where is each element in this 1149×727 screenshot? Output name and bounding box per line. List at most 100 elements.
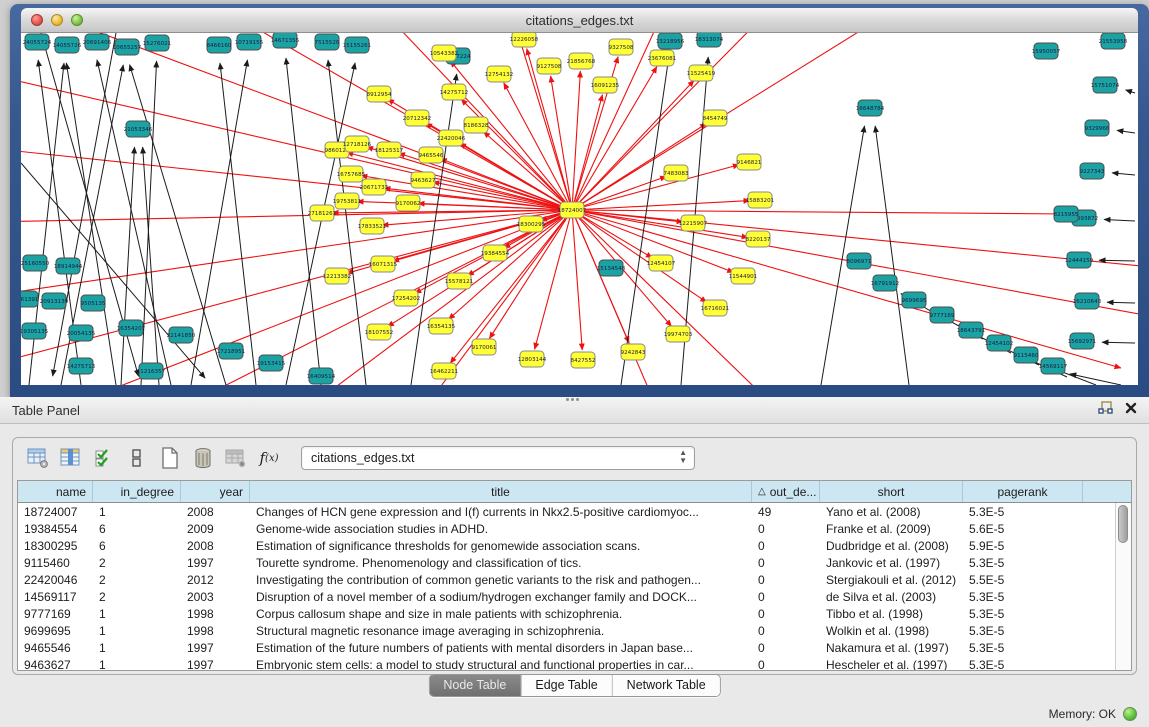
cell-pagerank[interactable]: 5.3E-5 <box>963 639 1083 656</box>
tab-edge-table[interactable]: Edge Table <box>521 675 612 696</box>
graph-node[interactable]: 9115460 <box>1014 347 1039 363</box>
graph-node[interactable]: 15751074 <box>1091 77 1120 93</box>
graph-node[interactable]: 22420046 <box>437 130 466 146</box>
graph-node[interactable]: 17218951 <box>217 343 246 359</box>
graph-node[interactable]: 20913139 <box>40 293 69 309</box>
graph-node[interactable]: 9170061 <box>472 339 497 355</box>
graph-node[interactable]: 16409514 <box>307 368 336 384</box>
cell-name[interactable]: 9463627 <box>18 656 93 671</box>
cell-in_degree[interactable]: 1 <box>93 503 181 520</box>
cell-out_degree[interactable]: 49 <box>752 503 820 520</box>
cell-short[interactable]: Hescheler et al. (1997) <box>820 656 963 671</box>
cell-title[interactable]: Tourette syndrome. Phenomenology and cla… <box>250 554 752 571</box>
cell-in_degree[interactable]: 6 <box>93 537 181 554</box>
cell-out_degree[interactable]: 0 <box>752 639 820 656</box>
cell-year[interactable]: 1997 <box>181 639 250 656</box>
graph-node[interactable]: 8220137 <box>746 231 771 247</box>
cell-year[interactable]: 2008 <box>181 537 250 554</box>
graph-node[interactable]: 21053346 <box>124 121 153 137</box>
cell-short[interactable]: Stergiakouli et al. (2012) <box>820 571 963 588</box>
cell-out_degree[interactable]: 0 <box>752 520 820 537</box>
table-row[interactable]: 946554611997Estimation of the future num… <box>18 639 1131 656</box>
graph-node[interactable]: 10543382 <box>430 45 458 61</box>
cell-title[interactable]: Investigating the contribution of common… <box>250 571 752 588</box>
cell-in_degree[interactable]: 1 <box>93 622 181 639</box>
cell-in_degree[interactable]: 1 <box>93 605 181 622</box>
graph-node[interactable]: 15155261 <box>343 37 372 53</box>
graph-node[interactable]: 8215955 <box>1054 206 1079 222</box>
cell-in_degree[interactable]: 2 <box>93 554 181 571</box>
graph-node[interactable]: 17833521 <box>358 218 387 234</box>
table-row[interactable]: 1830029562008Estimation of significance … <box>18 537 1131 554</box>
cell-name[interactable]: 14569117 <box>18 588 93 605</box>
cell-short[interactable]: de Silva et al. (2003) <box>820 588 963 605</box>
graph-node[interactable]: 15950057 <box>1032 43 1061 59</box>
graph-node[interactable]: 18914944 <box>54 258 83 274</box>
delete-table-icon[interactable] <box>221 444 251 472</box>
cell-title[interactable]: Structural magnetic resonance image aver… <box>250 622 752 639</box>
cell-name[interactable]: 9777169 <box>18 605 93 622</box>
cell-year[interactable]: 2003 <box>181 588 250 605</box>
graph-node[interactable]: 9699695 <box>902 292 927 308</box>
graph-node[interactable]: 16210643 <box>1073 293 1102 309</box>
graph-node[interactable]: 24055724 <box>23 34 52 50</box>
graph-node[interactable]: 20671733 <box>360 179 389 195</box>
cell-pagerank[interactable]: 5.3E-5 <box>963 605 1083 622</box>
cell-out_degree[interactable]: 0 <box>752 588 820 605</box>
graph-node[interactable]: 12718126 <box>343 136 372 152</box>
cell-pagerank[interactable]: 5.6E-5 <box>963 520 1083 537</box>
graph-node[interactable]: 22141850 <box>167 327 196 343</box>
cell-out_degree[interactable]: 0 <box>752 656 820 671</box>
column-header-pagerank[interactable]: pagerank <box>963 481 1083 502</box>
cell-title[interactable]: Disruption of a novel member of a sodium… <box>250 588 752 605</box>
graph-node[interactable]: 14569117 <box>1039 358 1068 374</box>
graph-node[interactable]: 25160550 <box>21 255 50 271</box>
cell-title[interactable]: Changes of HCN gene expression and I(f) … <box>250 503 752 520</box>
cell-short[interactable]: Franke et al. (2009) <box>820 520 963 537</box>
graph-node[interactable]: 8427552 <box>571 352 596 368</box>
minimize-window-button[interactable] <box>51 14 63 26</box>
table-vertical-scrollbar[interactable] <box>1115 503 1131 670</box>
window-titlebar[interactable]: citations_edges.txt <box>21 8 1138 33</box>
graph-node[interactable]: 13218956 <box>656 33 685 49</box>
graph-node[interactable]: 16071315 <box>369 256 398 272</box>
graph-node[interactable]: 8096971 <box>847 253 872 269</box>
graph-node[interactable]: 14055726 <box>53 37 82 53</box>
cell-title[interactable]: Genome-wide association studies in ADHD. <box>250 520 752 537</box>
scrollbar-thumb[interactable] <box>1118 505 1128 543</box>
float-panel-icon[interactable] <box>1098 401 1113 415</box>
table-row[interactable]: 1938455462009Genome-wide association stu… <box>18 520 1131 537</box>
cell-in_degree[interactable]: 1 <box>93 656 181 671</box>
row-height-icon[interactable] <box>122 444 152 472</box>
graph-node[interactable]: 19753811 <box>333 193 362 209</box>
cell-out_degree[interactable]: 0 <box>752 554 820 571</box>
graph-node[interactable]: 10719155 <box>235 34 264 50</box>
graph-node[interactable]: 20712342 <box>403 110 431 126</box>
graph-node[interactable]: 8466160 <box>207 37 232 53</box>
delete-column-icon[interactable] <box>188 444 218 472</box>
cell-name[interactable]: 22420046 <box>18 571 93 588</box>
table-source-select[interactable]: citations_edges.txt ▲▼ <box>301 446 695 470</box>
cell-year[interactable]: 1997 <box>181 554 250 571</box>
graph-node[interactable]: 21553958 <box>1099 33 1128 49</box>
column-header-year[interactable]: year <box>181 481 250 502</box>
cell-short[interactable]: Tibbo et al. (1998) <box>820 605 963 622</box>
cell-name[interactable]: 18300295 <box>18 537 93 554</box>
cell-name[interactable]: 18724007 <box>18 503 93 520</box>
table-row[interactable]: 2242004622012Investigating the contribut… <box>18 571 1131 588</box>
cell-year[interactable]: 1998 <box>181 622 250 639</box>
cell-year[interactable]: 2009 <box>181 520 250 537</box>
close-window-button[interactable] <box>31 14 43 26</box>
table-row[interactable]: 1872400712008Changes of HCN gene express… <box>18 503 1131 520</box>
graph-node[interactable]: 8454749 <box>703 110 728 126</box>
graph-node[interactable]: 20054135 <box>67 325 96 341</box>
graph-node[interactable]: 9463627 <box>411 172 436 188</box>
graph-node[interactable]: 12226058 <box>510 33 539 47</box>
graph-node[interactable]: 19384554 <box>481 245 510 261</box>
cell-pagerank[interactable]: 5.3E-5 <box>963 588 1083 605</box>
graph-node[interactable]: 15134548 <box>597 260 626 276</box>
graph-node[interactable]: 9327508 <box>609 39 634 55</box>
graph-node[interactable]: 11544901 <box>729 268 758 284</box>
cell-out_degree[interactable]: 0 <box>752 605 820 622</box>
graph-node[interactable]: 9127508 <box>537 58 562 74</box>
